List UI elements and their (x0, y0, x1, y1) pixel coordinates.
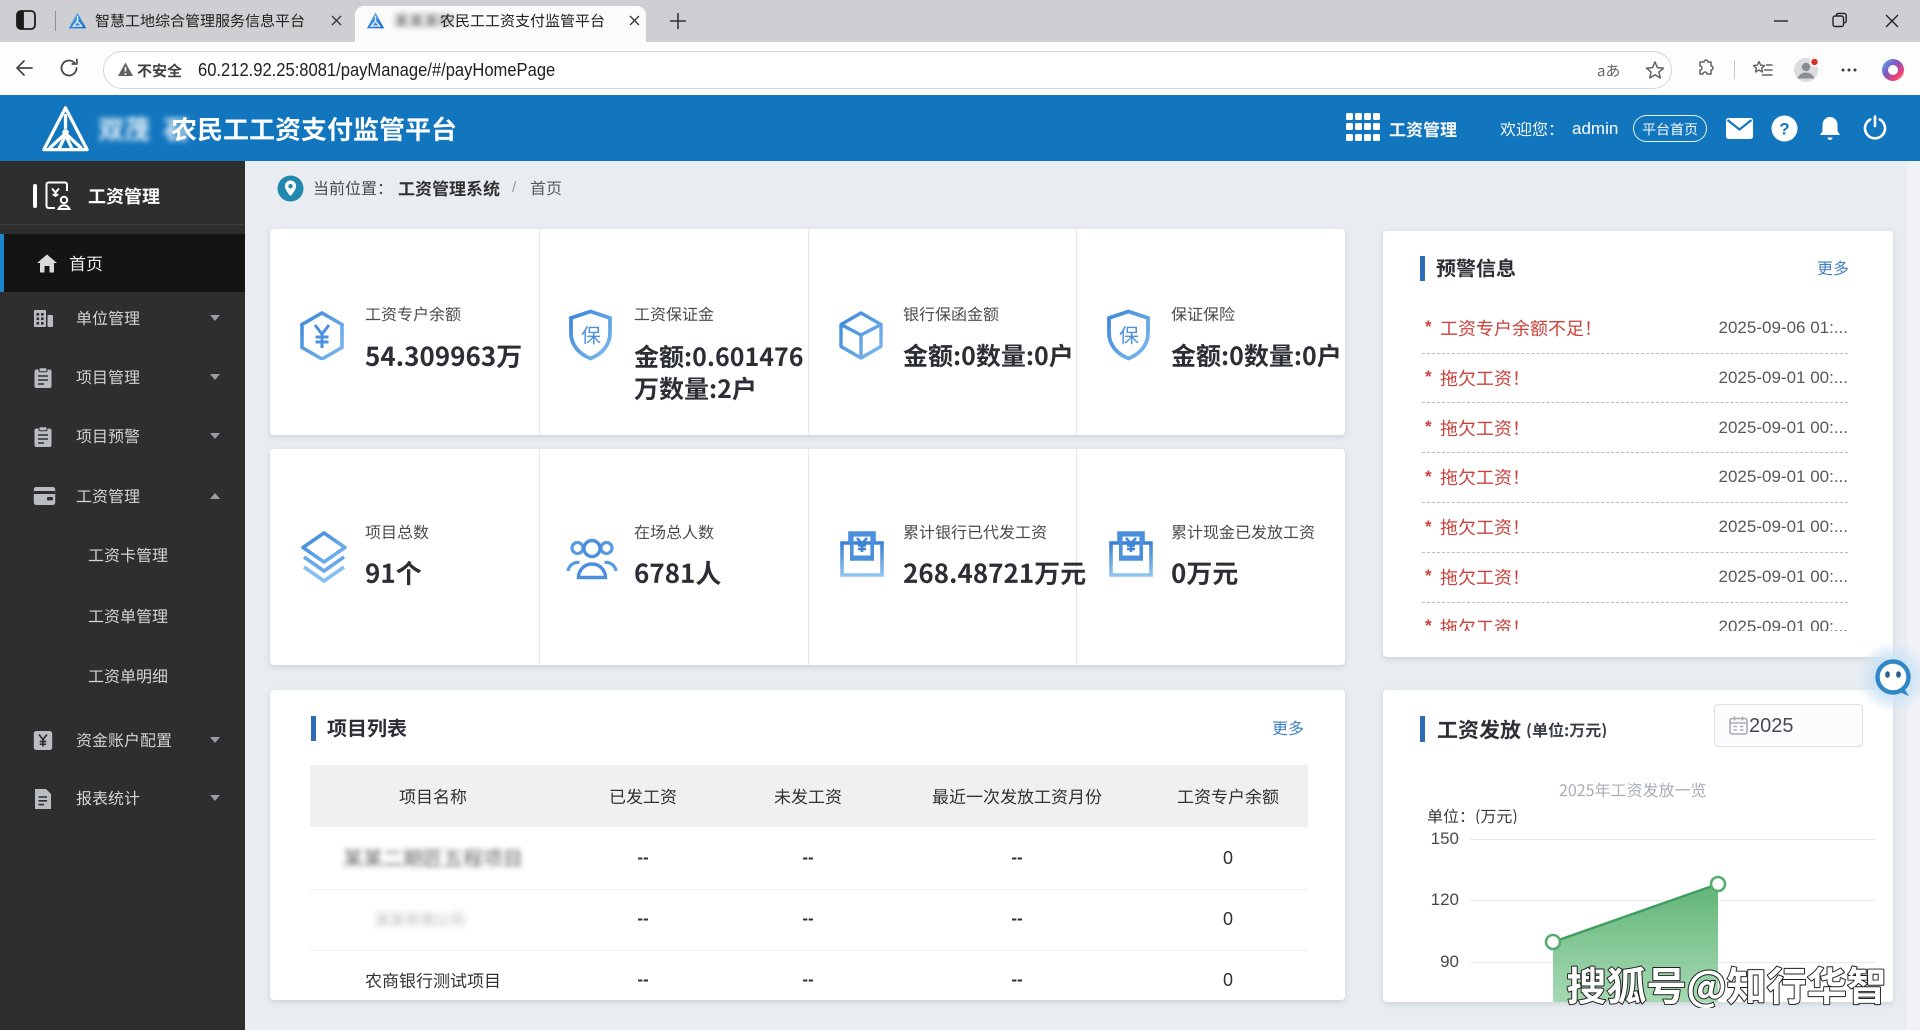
svg-text:?: ? (1779, 120, 1789, 139)
